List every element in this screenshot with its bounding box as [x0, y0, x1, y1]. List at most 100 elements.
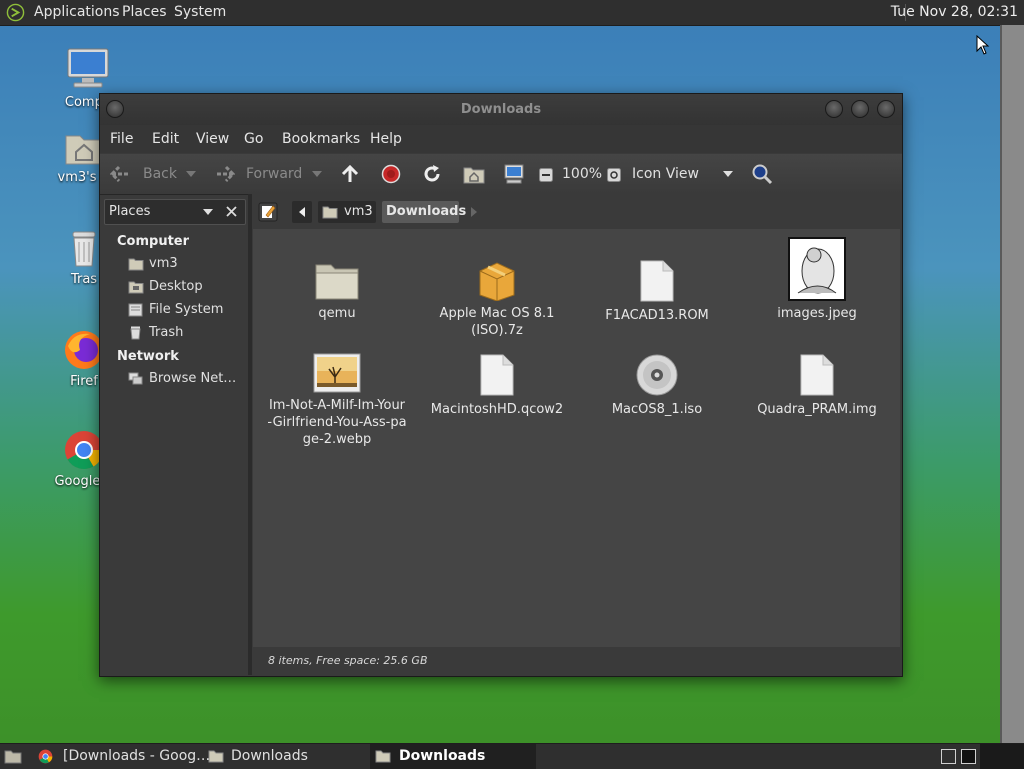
zoom-level[interactable]: 100% — [562, 154, 602, 194]
sidebar: Computer vm3 Desktop File System Trash N… — [100, 228, 248, 675]
forward-arrow-icon[interactable] — [213, 165, 235, 183]
workspace-2[interactable] — [961, 749, 976, 764]
network-icon — [128, 372, 143, 385]
file-name: images.jpeg — [777, 306, 857, 321]
menu-view[interactable]: View — [196, 125, 229, 153]
taskbar-item-downloads[interactable]: Downloads — [203, 744, 367, 769]
menubar: File Edit View Go Bookmarks Help — [100, 125, 902, 153]
taskbar-item-downloads-active[interactable]: Downloads — [370, 744, 536, 769]
sidebar-item-label: Desktop — [149, 279, 203, 294]
back-arrow-icon[interactable] — [110, 165, 132, 183]
file-item[interactable]: Apple Mac OS 8.1 (ISO).7z — [417, 259, 577, 339]
file-manager-window: Downloads File Edit View Go Bookmarks He… — [99, 93, 903, 677]
taskbar-item-chrome[interactable]: [Downloads - Goog… — [33, 744, 210, 769]
search-icon[interactable] — [751, 163, 773, 185]
home-folder-icon — [65, 135, 103, 165]
panel-tray — [980, 744, 1024, 769]
file-item[interactable]: qemu — [257, 259, 417, 322]
back-history-chevron-down-icon[interactable] — [186, 171, 196, 177]
file-item[interactable]: F1ACAD13.ROM — [577, 259, 737, 324]
taskbar-item-label: [Downloads - Goog… — [63, 748, 211, 764]
workspace-1[interactable] — [941, 749, 956, 764]
home-folder-icon — [322, 206, 338, 219]
sidebar-item-browse-network[interactable]: Browse Net… — [128, 369, 236, 389]
computer-icon — [67, 48, 109, 88]
sidebar-item-label: vm3 — [149, 256, 178, 271]
window-title: Downloads — [460, 102, 542, 117]
system-menu[interactable]: System — [174, 0, 226, 25]
drive-icon — [128, 303, 143, 317]
status-text: 8 items, Free space: 25.6 GB — [268, 654, 428, 667]
up-arrow-icon[interactable] — [340, 164, 360, 184]
view-mode-chevron-down-icon[interactable] — [723, 171, 733, 177]
file-name: MacOS8_1.iso — [611, 402, 703, 417]
zoom-in-icon[interactable] — [607, 168, 621, 182]
forward-button[interactable]: Forward — [246, 154, 302, 194]
close-sidebar-icon[interactable] — [226, 206, 237, 217]
sidebar-item-label: Browse Net… — [149, 371, 237, 386]
home-folder-icon — [128, 258, 144, 271]
places-menu[interactable]: Places — [122, 0, 167, 25]
sidebar-item-file-system[interactable]: File System — [128, 300, 223, 320]
back-button[interactable]: Back — [143, 154, 177, 194]
image-thumbnail-icon — [788, 237, 846, 301]
sidebar-item-label: Trash — [149, 325, 184, 340]
computer-icon[interactable] — [503, 163, 525, 185]
status-bar: 8 items, Free space: 25.6 GB — [253, 647, 900, 675]
mouse-cursor-icon — [976, 35, 990, 55]
chrome-icon — [38, 749, 53, 764]
menu-help[interactable]: Help — [370, 125, 402, 153]
path-segment-vm3[interactable]: vm3 — [318, 201, 376, 223]
sidebar-item-trash[interactable]: Trash — [128, 323, 183, 343]
folder-icon — [315, 264, 359, 300]
mate-logo-icon[interactable] — [6, 3, 25, 22]
show-desktop-icon[interactable] — [4, 749, 22, 764]
file-item[interactable]: images.jpeg — [737, 237, 897, 322]
path-segment-label: Downloads — [386, 204, 467, 219]
edit-location-icon[interactable] — [258, 202, 278, 222]
reload-icon[interactable] — [422, 164, 442, 184]
menu-file[interactable]: File — [110, 125, 133, 153]
desktop-folder-icon — [128, 281, 144, 294]
window-titlebar[interactable]: Downloads — [100, 94, 902, 125]
file-item[interactable]: MacOS8_1.iso — [577, 353, 737, 418]
path-scroll-left[interactable] — [292, 201, 312, 223]
sidebar-mode-chevron-down-icon — [203, 209, 213, 215]
file-item[interactable]: MacintoshHD.qcow2 — [417, 353, 577, 418]
home-folder-icon[interactable] — [463, 164, 485, 184]
sidebar-mode-select[interactable]: Places — [104, 199, 246, 225]
path-scroll-right-chevron-icon[interactable] — [471, 207, 477, 217]
sidebar-item-label: File System — [149, 302, 224, 317]
zoom-out-icon[interactable] — [539, 168, 553, 182]
trash-icon — [130, 326, 141, 340]
menu-go[interactable]: Go — [244, 125, 263, 153]
stop-icon[interactable] — [381, 164, 401, 184]
maximize-button[interactable] — [851, 100, 869, 118]
path-bar: vm3 Downloads — [252, 194, 902, 228]
sidebar-splitter[interactable] — [248, 194, 252, 675]
file-item[interactable]: Im-Not-A-Milf-Im-Your-Girlfriend-You-Ass… — [257, 353, 417, 448]
minimize-button[interactable] — [825, 100, 843, 118]
file-icon — [640, 260, 674, 302]
image-icon — [313, 353, 361, 393]
file-name: Apple Mac OS 8.1 (ISO).7z — [439, 306, 555, 338]
path-segment-label: vm3 — [344, 204, 373, 219]
sidebar-section-network: Network — [117, 349, 179, 364]
menu-bookmarks[interactable]: Bookmarks — [282, 125, 360, 153]
path-segment-downloads[interactable]: Downloads — [382, 201, 466, 223]
file-item[interactable]: Quadra_PRAM.img — [737, 353, 897, 418]
forward-history-chevron-down-icon[interactable] — [312, 171, 322, 177]
sidebar-item-vm3[interactable]: vm3 — [128, 254, 178, 274]
disc-icon — [636, 354, 678, 396]
file-icon — [480, 354, 514, 396]
toolbar: Back Forward 100% Icon View — [100, 154, 902, 195]
file-name: F1ACAD13.ROM — [605, 308, 709, 323]
taskbar-item-label: Downloads — [399, 748, 486, 764]
close-button[interactable] — [877, 100, 895, 118]
applications-menu[interactable]: Applications — [34, 0, 120, 25]
sidebar-item-desktop[interactable]: Desktop — [128, 277, 203, 297]
menu-edit[interactable]: Edit — [152, 125, 179, 153]
file-name: Im-Not-A-Milf-Im-Your-Girlfriend-You-Ass… — [267, 398, 407, 447]
clock[interactable]: Tue Nov 28, 02:31 — [891, 0, 1018, 25]
view-mode-select[interactable]: Icon View — [632, 154, 699, 194]
